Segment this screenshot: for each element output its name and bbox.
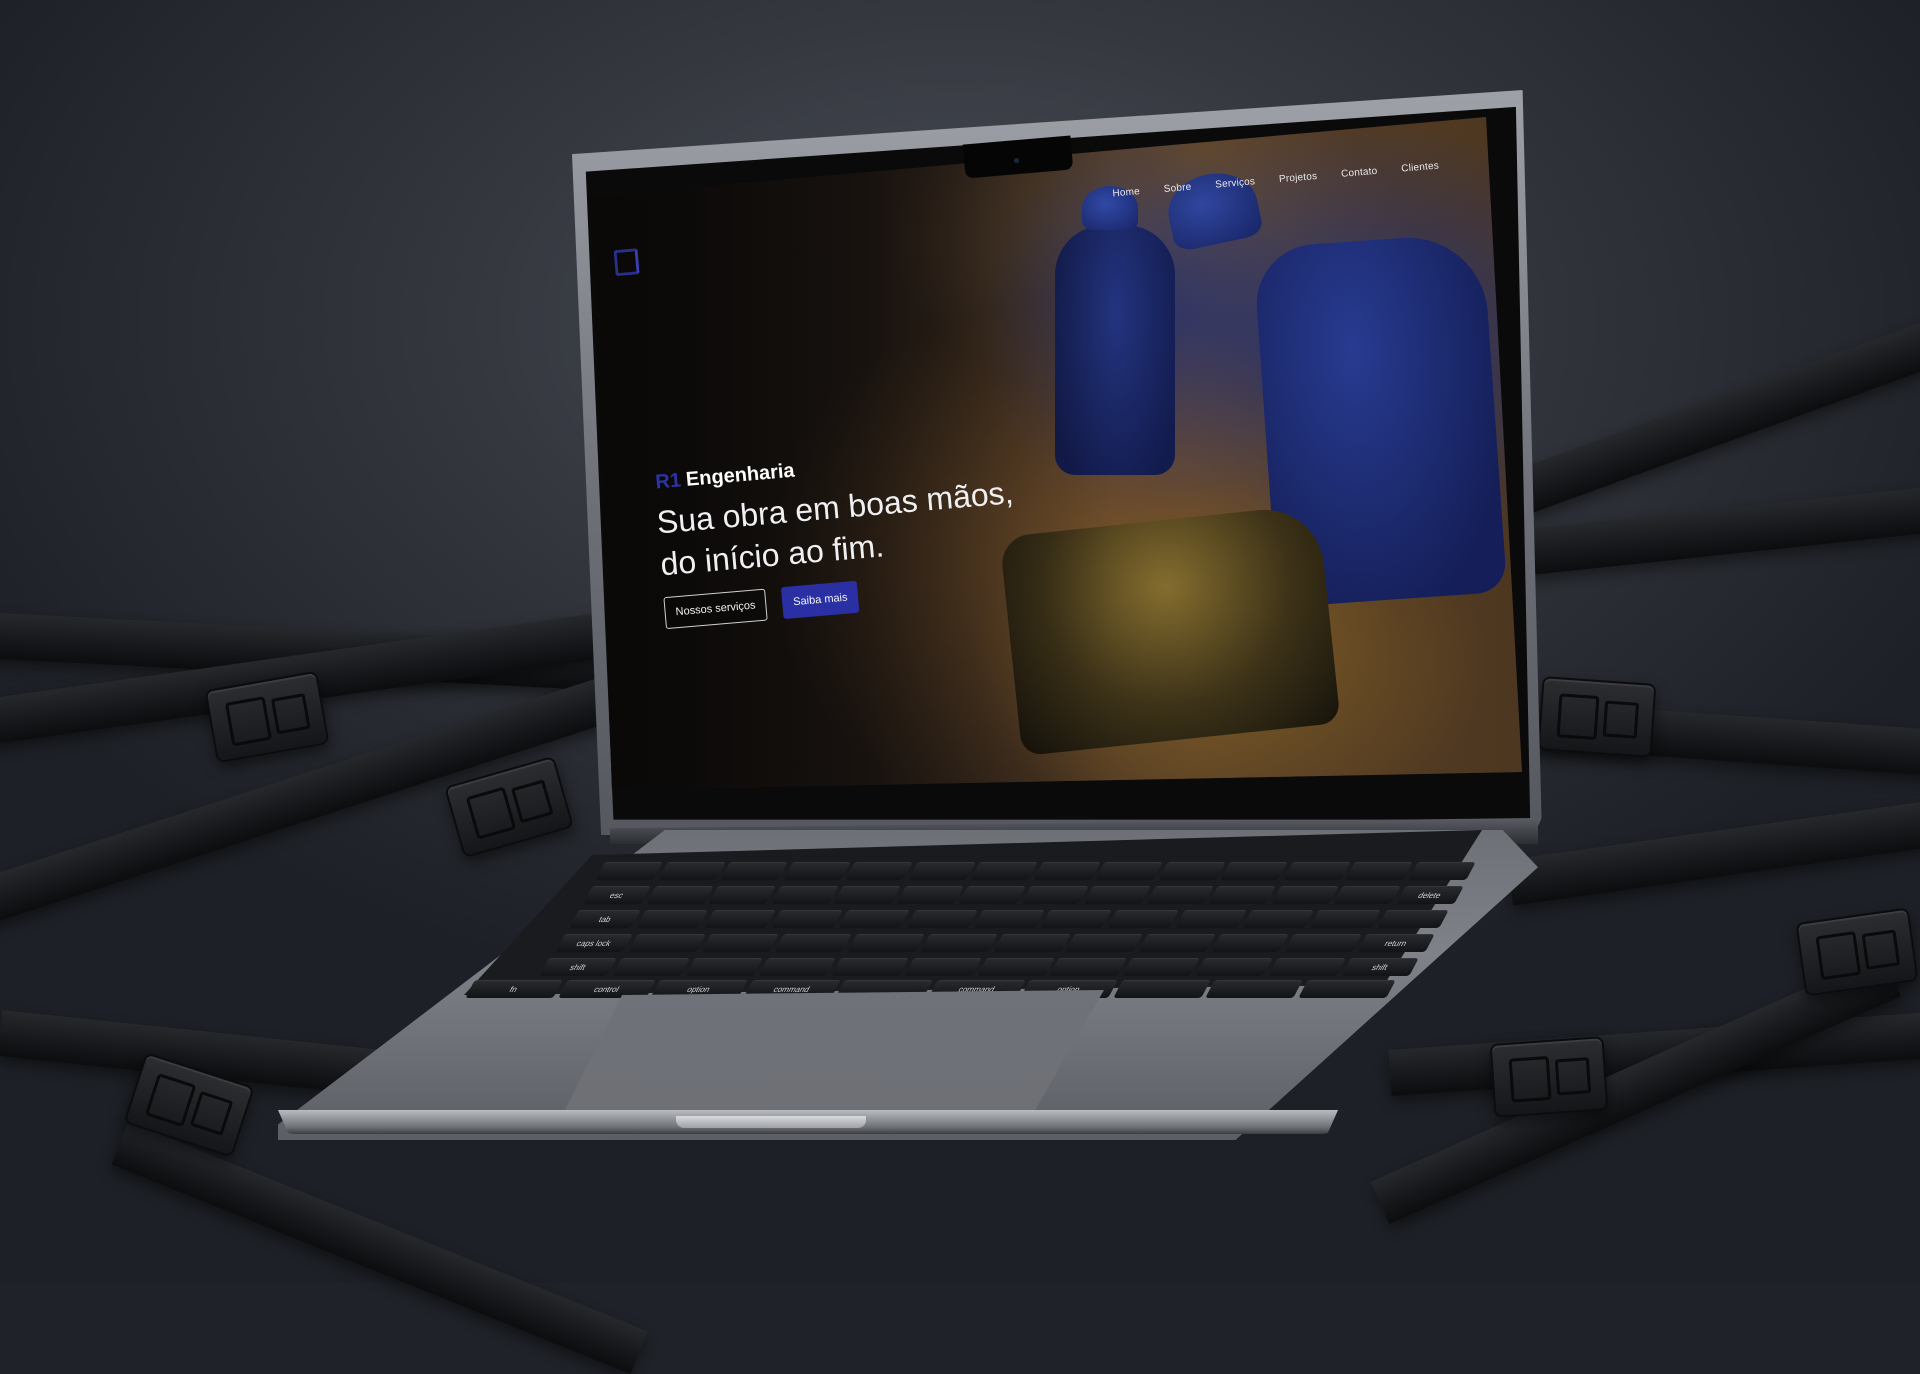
keyboard-key[interactable] — [628, 934, 706, 952]
keyboard-key[interactable] — [958, 886, 1026, 904]
keyboard-key[interactable] — [773, 934, 852, 952]
keyboard-key[interactable] — [703, 910, 776, 928]
keyboard-key[interactable] — [833, 886, 901, 904]
background-scene: Home Sobre Serviços Projetos Contato Cli… — [0, 0, 1920, 1374]
keyboard-key[interactable] — [845, 862, 913, 880]
keyboard-key[interactable] — [1157, 862, 1225, 880]
keyboard-key[interactable] — [1174, 910, 1247, 928]
keyboard-key[interactable]: shift — [1341, 958, 1419, 976]
keyboard-key[interactable] — [1138, 934, 1217, 952]
keyboard-key[interactable] — [838, 910, 911, 928]
keyboard-key[interactable] — [1211, 934, 1289, 952]
keyboard-key[interactable] — [919, 934, 998, 952]
keyboard-key[interactable] — [1297, 980, 1395, 998]
keyboard-key[interactable] — [770, 886, 838, 904]
keyboard-key[interactable] — [1333, 886, 1401, 904]
keyboard-key[interactable] — [1208, 886, 1276, 904]
keyboard-key[interactable] — [903, 958, 982, 976]
keyboard-key[interactable] — [1268, 958, 1346, 976]
keyboard-key[interactable] — [976, 958, 1055, 976]
keyboard-key[interactable] — [846, 934, 925, 952]
keyboard-key[interactable] — [1112, 980, 1210, 998]
keyboard-key[interactable] — [895, 886, 963, 904]
keyboard-key[interactable] — [1107, 910, 1180, 928]
keyboard-key[interactable] — [595, 862, 663, 880]
keyboard-key[interactable]: esc — [583, 886, 651, 904]
keyboard-key[interactable] — [1407, 862, 1475, 880]
keyboard-key[interactable] — [907, 862, 975, 880]
keyboard-key[interactable] — [1282, 862, 1350, 880]
keyboard-key[interactable] — [1284, 934, 1362, 952]
keyboard-key[interactable]: shift — [539, 958, 617, 976]
keyboard-key[interactable] — [1205, 980, 1303, 998]
keyboard-key[interactable] — [657, 862, 725, 880]
keyboard-key[interactable] — [701, 934, 779, 952]
keyboard-key[interactable] — [1376, 910, 1449, 928]
keyboard-key[interactable] — [636, 910, 709, 928]
keyboard-key[interactable]: tab — [569, 910, 642, 928]
keyboard-key[interactable]: delete — [1395, 886, 1463, 904]
keyboard-key[interactable] — [830, 958, 909, 976]
keyboard-key[interactable] — [1220, 862, 1288, 880]
keyboard-key[interactable] — [1145, 886, 1213, 904]
keyboard-key[interactable] — [1345, 862, 1413, 880]
keyboard-key[interactable] — [973, 910, 1045, 928]
keyboard-key[interactable] — [1040, 910, 1113, 928]
keyboard-key[interactable] — [1083, 886, 1151, 904]
keyboard-key[interactable] — [1020, 886, 1088, 904]
keyboard-key[interactable] — [905, 910, 978, 928]
keyboard-key[interactable] — [1309, 910, 1382, 928]
laptop: Home Sobre Serviços Projetos Contato Cli… — [0, 0, 1920, 1283]
keyboard-key[interactable] — [1270, 886, 1338, 904]
keyboard-key[interactable] — [1095, 862, 1163, 880]
keyboard-key[interactable] — [771, 910, 844, 928]
keyboard-key[interactable] — [970, 862, 1038, 880]
keyboard-key[interactable] — [612, 958, 690, 976]
keyboard-key[interactable]: return — [1357, 934, 1435, 952]
keyboard-key[interactable]: caps lock — [555, 934, 633, 952]
keyboard-key[interactable] — [720, 862, 788, 880]
keyboard-key[interactable] — [708, 886, 776, 904]
keyboard-key[interactable] — [645, 886, 713, 904]
keyboard-key[interactable]: fn — [465, 980, 563, 998]
keyboard-key[interactable] — [1195, 958, 1273, 976]
keyboard-key[interactable] — [685, 958, 763, 976]
keyboard-key[interactable] — [1242, 910, 1315, 928]
keyboard-key[interactable] — [1032, 862, 1100, 880]
keyboard-key[interactable] — [992, 934, 1071, 952]
keyboard-key[interactable] — [1122, 958, 1201, 976]
keyboard-key[interactable] — [782, 862, 850, 880]
keyboard-key[interactable] — [757, 958, 836, 976]
keyboard-key[interactable] — [1049, 958, 1128, 976]
keyboard-key[interactable] — [1065, 934, 1144, 952]
laptop-front-notch — [676, 1116, 866, 1128]
